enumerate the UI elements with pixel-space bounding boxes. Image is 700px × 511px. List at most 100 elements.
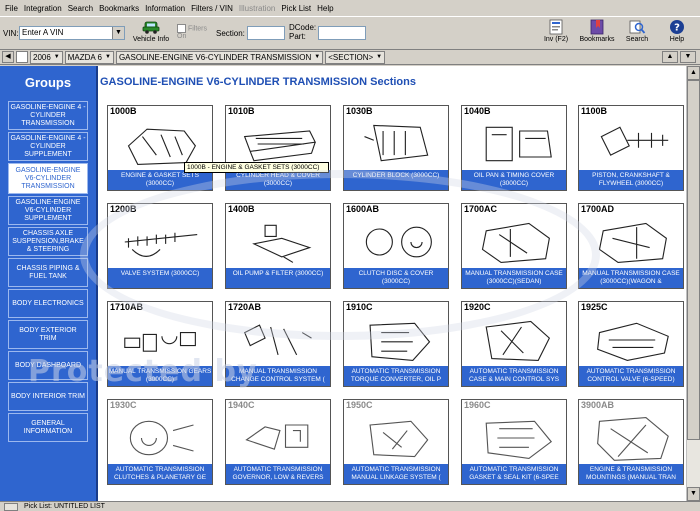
menu-integration[interactable]: Integration: [21, 4, 65, 13]
chevron-down-icon[interactable]: ▼: [112, 27, 124, 39]
menu-help[interactable]: Help: [314, 4, 336, 13]
help-button[interactable]: ? Help: [662, 19, 692, 43]
part-illustration-icon: [369, 420, 429, 458]
section-label: Section:: [216, 29, 245, 38]
section-code: 1040B: [464, 106, 491, 116]
inv-button[interactable]: Inv (F2): [540, 19, 572, 43]
vin-select[interactable]: Enter A VIN ▼: [19, 26, 125, 40]
crumb-group-label: GASOLINE-ENGINE V6-CYLINDER TRANSMISSION: [118, 52, 312, 62]
search-button[interactable]: Search: [622, 19, 652, 43]
menu-bookmarks[interactable]: Bookmarks: [96, 4, 142, 13]
section-card[interactable]: 1925C AUTOMATIC TRANSMISSION CONTROL VALV…: [578, 301, 684, 387]
section-card[interactable]: 1010B CYLINDER HEAD & COVER (3000CC): [225, 105, 331, 191]
search-label: Search: [625, 36, 649, 43]
section-card[interactable]: 1040B OIL PAN & TIMING COVER (3000CC): [461, 105, 567, 191]
section-card[interactable]: 1200B VALVE SYSTEM (3000CC): [107, 203, 213, 289]
section-code: 1000B: [110, 106, 137, 116]
section-code: 1940C: [228, 400, 255, 410]
section-card[interactable]: 1710AB MANUAL TRANSMISSION GEARS (3000CC): [107, 301, 213, 387]
section-caption: ENGINE & TRANSMISSION MOUNTINGS (MANUAL …: [579, 464, 683, 484]
menu-filters-vin[interactable]: Filters / VIN: [188, 4, 236, 13]
section-card[interactable]: 3900AB ENGINE & TRANSMISSION MOUNTINGS (M…: [578, 399, 684, 485]
filters-on-checkbox[interactable]: [177, 24, 186, 33]
forward-checkbox[interactable]: [16, 51, 28, 63]
crumb-group[interactable]: GASOLINE-ENGINE V6-CYLINDER TRANSMISSION…: [115, 50, 324, 64]
app-window: File Integration Search Bookmarks Inform…: [0, 0, 700, 511]
help-icon: ?: [670, 20, 684, 34]
back-arrow-icon[interactable]: ◀: [2, 51, 14, 63]
part-illustration-icon: [129, 420, 194, 456]
vehicle-info-button[interactable]: Vehicle Info: [130, 19, 172, 43]
menu-search[interactable]: Search: [65, 4, 96, 13]
scroll-down-icon[interactable]: ▼: [687, 487, 700, 501]
sidebar-item-gas-4cyl-supplement[interactable]: GASOLINE-ENGINE 4 -CYLINDER SUPPLEMENT: [8, 132, 88, 161]
sidebar-item-body-electronics[interactable]: BODY ELECTRONICS: [8, 289, 88, 318]
vehicle-info-label: Vehicle Info: [132, 36, 170, 43]
section-card[interactable]: 1950C AUTOMATIC TRANSMISSION MANUAL LINKA…: [343, 399, 449, 485]
crumb-model[interactable]: MAZDA 6 ▼: [64, 50, 114, 64]
section-caption: AUTOMATIC TRANSMISSION GASKET & SEAL KIT…: [462, 464, 566, 484]
section-code: 1950C: [346, 400, 373, 410]
section-card[interactable]: 1100B PISTON, CRANKSHAFT & FLYWHEEL (3000…: [578, 105, 684, 191]
pick-list-status: Pick List: UNTITLED LIST: [24, 503, 105, 510]
section-card[interactable]: 1030B CYLINDER BLOCK (3000CC): [343, 105, 449, 191]
sidebar-item-gas-v6-supplement[interactable]: GASOLINE-ENGINE V6-CYLINDER SUPPLEMENT: [8, 196, 88, 225]
sidebar-item-body-exterior-trim[interactable]: BODY EXTERIOR TRIM: [8, 320, 88, 349]
section-caption: ENGINE & GASKET SETS (3000CC): [108, 170, 212, 190]
section-caption: AUTOMATIC TRANSMISSION CLUTCHES & PLANET…: [108, 464, 212, 484]
section-card[interactable]: 1700AC MANUAL TRANSMISSION CASE (3000CC)(…: [461, 203, 567, 289]
menu-information[interactable]: Information: [142, 4, 188, 13]
sidebar-item-chassis-axle[interactable]: CHASSIS AXLE SUSPENSION,BRAKE & STEERING: [8, 227, 88, 256]
section-card[interactable]: 1400B OIL PUMP & FILTER (3000CC): [225, 203, 331, 289]
sidebar-item-general-information[interactable]: GENERAL INFORMATION: [8, 413, 88, 442]
section-card[interactable]: 1940C AUTOMATIC TRANSMISSION GOVERNOR, LO…: [225, 399, 331, 485]
section-caption: AUTOMATIC TRANSMISSION CONTROL VALVE (6-…: [579, 366, 683, 386]
section-caption: MANUAL TRANSMISSION GEARS (3000CC): [108, 366, 212, 386]
section-input[interactable]: [247, 26, 285, 40]
section-card[interactable]: 1000B ENGINE & GASKET SETS (3000CC): [107, 105, 213, 191]
bookmarks-button[interactable]: Bookmarks: [578, 19, 616, 43]
sidebar-item-body-dashboard[interactable]: BODY DASHBOARD: [8, 351, 88, 380]
scroll-up-icon[interactable]: ▲: [687, 66, 700, 80]
part-illustration-icon: [600, 126, 669, 156]
menu-file[interactable]: File: [2, 4, 21, 13]
dcode-part-input[interactable]: [318, 26, 366, 40]
section-card[interactable]: 1720AB MANUAL TRANSMISSION CHANGE CONTROL…: [225, 301, 331, 387]
sidebar-item-chassis-piping[interactable]: CHASSIS PIPING & FUEL TANK: [8, 258, 88, 287]
vertical-scrollbar[interactable]: ▲ ▼: [686, 66, 700, 501]
svg-text:?: ?: [674, 23, 680, 34]
section-card[interactable]: 1600AB CLUTCH DISC & COVER (3000CC): [343, 203, 449, 289]
section-card[interactable]: 1930C AUTOMATIC TRANSMISSION CLUTCHES & P…: [107, 399, 213, 485]
breadcrumb: ◀ 2006 ▼ MAZDA 6 ▼ GASOLINE-ENGINE V6-CYLI…: [0, 50, 700, 65]
section-caption: OIL PAN & TIMING COVER (3000CC): [462, 170, 566, 190]
section-caption: AUTOMATIC TRANSMISSION CASE & MAIN CONTR…: [462, 366, 566, 386]
section-card[interactable]: 1910C AUTOMATIC TRANSMISSION TORQUE CONVE…: [343, 301, 449, 387]
menu-pick-list[interactable]: Pick List: [278, 4, 314, 13]
menu-illustration[interactable]: Illustration: [236, 4, 278, 13]
section-code: 1010B: [228, 106, 255, 116]
sidebar-item-gas-v6-transmission[interactable]: GASOLINE-ENGINE V6-CYLINDER TRANSMISSION: [8, 163, 88, 194]
bookmarks-label: Bookmarks: [579, 36, 615, 43]
chevron-down-icon: ▼: [376, 54, 383, 60]
part-illustration-icon: [243, 324, 312, 356]
crumb-year[interactable]: 2006 ▼: [30, 50, 63, 64]
chevron-up-icon[interactable]: ▲: [662, 51, 678, 63]
crumb-section[interactable]: <SECTION> ▼: [325, 50, 386, 64]
part-illustration-icon: [252, 224, 312, 263]
vin-label: VIN:: [3, 29, 19, 38]
sidebar-title: Groups: [24, 75, 72, 90]
section-card[interactable]: 1960C AUTOMATIC TRANSMISSION GASKET & SEA…: [461, 399, 567, 485]
chevron-down-icon: ▼: [104, 54, 111, 60]
dcode-part-labels: DCode: Part:: [289, 23, 316, 41]
inventory-icon: [549, 19, 563, 35]
section-card[interactable]: 1920C AUTOMATIC TRANSMISSION CASE & MAIN …: [461, 301, 567, 387]
sidebar-item-body-interior-trim[interactable]: BODY INTERIOR TRIM: [8, 382, 88, 411]
part-illustration-icon: [124, 232, 198, 257]
scroll-thumb[interactable]: [687, 80, 700, 440]
section-card[interactable]: 1700AD MANUAL TRANSMISSION CASE (3000CC)(…: [578, 203, 684, 289]
section-caption: PISTON, CRANKSHAFT & FLYWHEEL (3000CC): [579, 170, 683, 190]
section-caption: OIL PUMP & FILTER (3000CC): [226, 268, 330, 288]
filters-on-toggle[interactable]: Filters On: [177, 24, 212, 41]
chevron-down-icon[interactable]: ▼: [680, 51, 696, 63]
sidebar-item-gas-4cyl-transmission[interactable]: GASOLINE-ENGINE 4 -CYLINDER TRANSMISSION: [8, 101, 88, 130]
